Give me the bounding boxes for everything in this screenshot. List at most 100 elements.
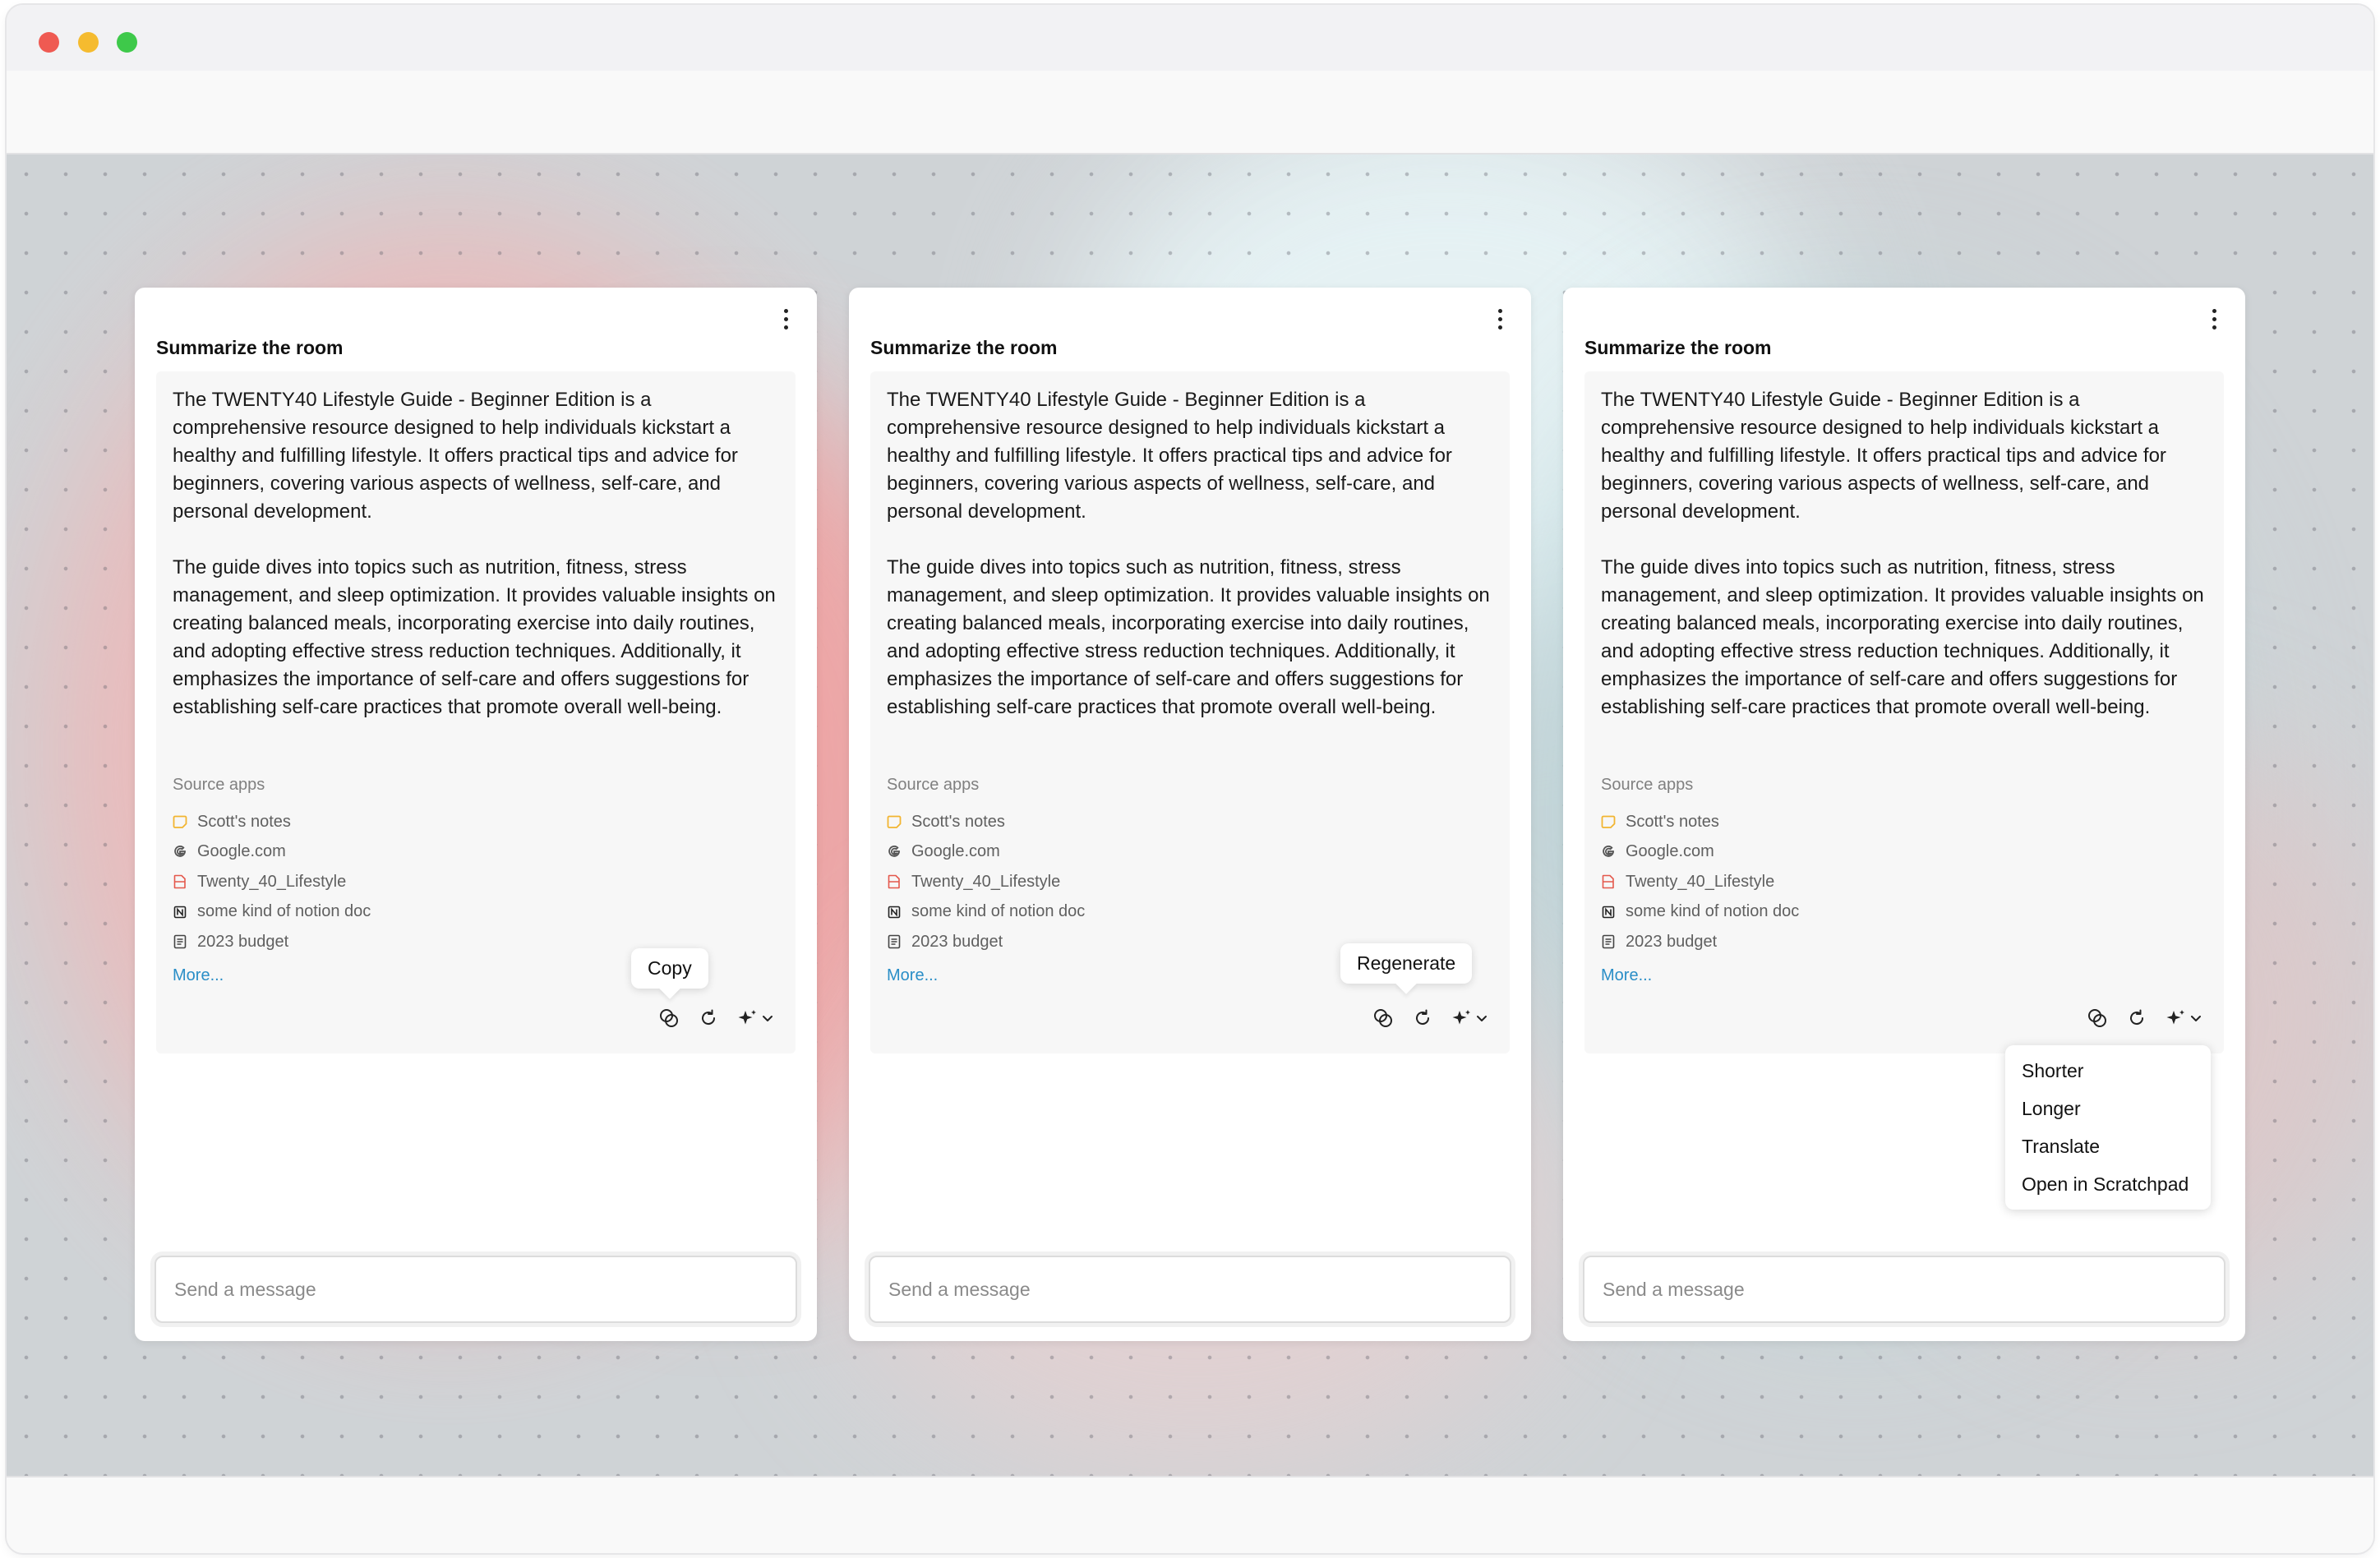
source-item[interactable]: some kind of notion doc	[173, 897, 371, 928]
card-title: Summarize the room	[870, 337, 1058, 358]
response-actions	[657, 1004, 777, 1032]
close-window-button[interactable]	[39, 32, 59, 53]
notes-icon	[887, 814, 902, 829]
menu-item-shorter[interactable]: Shorter	[2005, 1052, 2211, 1090]
sparkle-menu-icon[interactable]	[2165, 1007, 2206, 1030]
notion-icon	[887, 905, 902, 920]
copy-icon[interactable]	[1372, 1007, 1395, 1030]
notion-icon	[1601, 905, 1616, 920]
source-item[interactable]: Twenty_40_Lifestyle	[1601, 867, 1799, 897]
sparkle-dropdown-menu: Shorter Longer Translate Open in Scratch…	[2005, 1045, 2211, 1210]
message-input[interactable]	[870, 1257, 1510, 1321]
menu-item-open-in-scratchpad[interactable]: Open in Scratchpad	[2005, 1165, 2211, 1203]
minimize-window-button[interactable]	[78, 32, 99, 53]
source-label: 2023 budget	[1626, 932, 1718, 951]
source-label: 2023 budget	[197, 932, 289, 951]
response-paragraph: The guide dives into topics such as nutr…	[887, 556, 1490, 718]
source-item[interactable]: 2023 budget	[887, 927, 1085, 957]
app-window: Summarize the room The TWENTY40 Lifestyl…	[7, 5, 2373, 1553]
source-apps-label: Source apps	[887, 776, 980, 794]
copy-icon[interactable]	[2086, 1007, 2109, 1030]
source-label: Scott's notes	[911, 812, 1005, 831]
summary-card: Summarize the room The TWENTY40 Lifestyl…	[849, 288, 1531, 1341]
notes-icon	[173, 814, 187, 829]
source-item[interactable]: Google.com	[887, 837, 1085, 868]
title-bar	[7, 5, 2373, 71]
regenerate-icon[interactable]	[697, 1007, 720, 1030]
card-title: Summarize the room	[1584, 337, 1772, 358]
source-label: some kind of notion doc	[197, 902, 371, 921]
source-item[interactable]: some kind of notion doc	[887, 897, 1085, 928]
more-options-icon[interactable]	[2201, 301, 2227, 337]
source-label: Scott's notes	[1626, 812, 1719, 831]
source-label: Twenty_40_Lifestyle	[1626, 872, 1775, 891]
source-label: Twenty_40_Lifestyle	[911, 872, 1061, 891]
summary-card: Summarize the room The TWENTY40 Lifestyl…	[1563, 288, 2245, 1341]
source-item[interactable]: Scott's notes	[173, 807, 371, 837]
sparkle-menu-icon[interactable]	[736, 1007, 777, 1030]
google-icon	[1601, 845, 1616, 860]
more-options-icon[interactable]	[773, 301, 799, 337]
source-item[interactable]: Google.com	[1601, 837, 1799, 868]
message-input-box[interactable]	[155, 1256, 797, 1323]
document-icon	[887, 934, 902, 949]
menu-item-translate[interactable]: Translate	[2005, 1127, 2211, 1165]
regenerate-icon[interactable]	[1411, 1007, 1434, 1030]
source-list: Scott's notes Google.com Twenty_40_Lifes…	[173, 807, 371, 957]
pdf-icon	[1601, 874, 1616, 889]
pdf-icon	[173, 874, 187, 889]
source-item[interactable]: some kind of notion doc	[1601, 897, 1799, 928]
source-label: some kind of notion doc	[911, 902, 1086, 921]
response-paragraph: The TWENTY40 Lifestyle Guide - Beginner …	[173, 389, 738, 523]
regenerate-icon[interactable]	[2125, 1007, 2148, 1030]
source-item[interactable]: 2023 budget	[173, 927, 371, 957]
source-item[interactable]: 2023 budget	[1601, 927, 1799, 957]
zoom-window-button[interactable]	[117, 32, 137, 53]
copy-tooltip: Copy	[631, 948, 708, 989]
toolbar	[7, 71, 2373, 154]
source-list: Scott's notes Google.com Twenty_40_Lifes…	[1601, 807, 1799, 957]
footer-bar	[7, 1476, 2373, 1553]
card-title: Summarize the room	[156, 337, 344, 358]
message-input[interactable]	[1584, 1257, 2224, 1321]
copy-icon[interactable]	[657, 1007, 680, 1030]
source-apps-label: Source apps	[1601, 776, 1694, 794]
menu-item-longer[interactable]: Longer	[2005, 1090, 2211, 1127]
source-label: Scott's notes	[197, 812, 291, 831]
source-label: 2023 budget	[911, 932, 1003, 951]
source-item[interactable]: Twenty_40_Lifestyle	[173, 867, 371, 897]
more-sources-link[interactable]: More...	[173, 966, 224, 985]
pdf-icon	[887, 874, 902, 889]
source-label: Google.com	[1626, 842, 1714, 861]
notion-icon	[173, 905, 187, 920]
more-sources-link[interactable]: More...	[1601, 966, 1652, 985]
google-icon	[173, 845, 187, 860]
more-sources-link[interactable]: More...	[887, 966, 938, 985]
source-label: some kind of notion doc	[1626, 902, 1800, 921]
source-apps-label: Source apps	[173, 776, 265, 794]
google-icon	[887, 845, 902, 860]
message-input-box[interactable]	[1583, 1256, 2225, 1323]
response-paragraph: The guide dives into topics such as nutr…	[1601, 556, 2204, 718]
response-panel: The TWENTY40 Lifestyle Guide - Beginner …	[1584, 371, 2224, 1053]
response-actions	[2086, 1004, 2206, 1032]
summary-card: Summarize the room The TWENTY40 Lifestyl…	[135, 288, 817, 1341]
source-item[interactable]: Twenty_40_Lifestyle	[887, 867, 1085, 897]
source-item[interactable]: Scott's notes	[1601, 807, 1799, 837]
source-item[interactable]: Google.com	[173, 837, 371, 868]
response-paragraph: The guide dives into topics such as nutr…	[173, 556, 776, 718]
response-paragraph: The TWENTY40 Lifestyle Guide - Beginner …	[1601, 389, 2166, 523]
sparkle-menu-icon[interactable]	[1451, 1007, 1492, 1030]
more-options-icon[interactable]	[1487, 301, 1513, 337]
response-paragraph: The TWENTY40 Lifestyle Guide - Beginner …	[887, 389, 1452, 523]
source-item[interactable]: Scott's notes	[887, 807, 1085, 837]
source-label: Twenty_40_Lifestyle	[197, 872, 347, 891]
document-icon	[173, 934, 187, 949]
regenerate-tooltip: Regenerate	[1340, 943, 1473, 984]
source-label: Google.com	[911, 842, 1000, 861]
message-input-box[interactable]	[869, 1256, 1511, 1323]
message-input[interactable]	[156, 1257, 796, 1321]
notes-icon	[1601, 814, 1616, 829]
source-list: Scott's notes Google.com Twenty_40_Lifes…	[887, 807, 1085, 957]
response-actions	[1372, 1004, 1492, 1032]
